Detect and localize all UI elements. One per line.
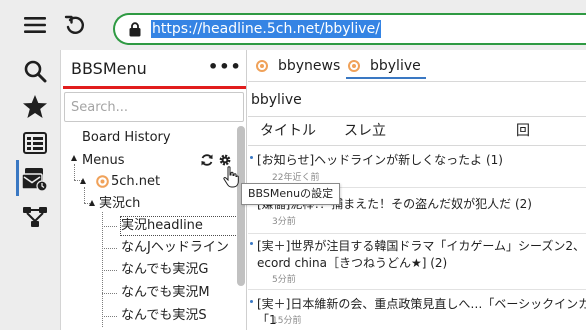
expand-arrow-icon[interactable] xyxy=(80,178,86,184)
unread-dot xyxy=(250,300,253,303)
tab-label: bbynews xyxy=(278,58,341,74)
panel-title-underline xyxy=(63,86,246,89)
rail-favorites-button[interactable] xyxy=(20,91,50,121)
hamburger-menu-button[interactable] xyxy=(22,0,48,50)
thread-row[interactable]: [実＋]世界が注目する韓国ドラマ「イカゲーム」シーズン2、 ecord chin… xyxy=(248,236,586,288)
search-input[interactable] xyxy=(64,92,244,122)
tree-item-site[interactable]: 5ch.net xyxy=(111,174,160,190)
tree-connector xyxy=(84,187,85,203)
rail-bbsmenu-button[interactable] xyxy=(20,164,50,194)
reload-icon xyxy=(64,15,84,34)
list-icon xyxy=(23,132,47,154)
active-tab-indicator xyxy=(346,77,426,79)
reload-button[interactable] xyxy=(62,0,88,50)
rail-tree-button[interactable] xyxy=(20,202,50,232)
more-options-button[interactable]: ••• xyxy=(208,59,242,75)
star-icon xyxy=(23,94,47,118)
search-icon xyxy=(24,60,47,83)
row-divider xyxy=(248,289,586,290)
browser-toolbar: https://headline.5ch.net/bbylive/ xyxy=(0,0,586,50)
site-icon xyxy=(96,175,109,188)
tree-connector xyxy=(102,293,117,294)
settings-tooltip: BBSMenuの設定 xyxy=(241,183,341,205)
gear-icon[interactable] xyxy=(218,153,232,167)
column-count-header[interactable]: 回 xyxy=(516,123,530,139)
expand-arrow-icon[interactable] xyxy=(89,200,95,206)
bbs-menu-panel: BBSMenu ••• Board History Menus 5ch.net … xyxy=(61,50,247,330)
tree-connector xyxy=(102,226,117,227)
tab-label: bbylive xyxy=(370,58,421,74)
tree-item-board[interactable]: なんでも実況G xyxy=(121,262,208,278)
tree-connector xyxy=(102,248,117,249)
unread-dot xyxy=(250,242,253,245)
thread-age: 15分前 xyxy=(272,316,302,326)
tree-item-board[interactable]: なんでも実況S xyxy=(121,308,207,324)
rail-list-button[interactable] xyxy=(20,128,50,158)
tree-connector xyxy=(102,316,117,317)
sidebar-rail xyxy=(0,50,61,330)
tree-item-board[interactable]: なんでも実況M xyxy=(121,285,210,301)
thread-row[interactable]: [実＋]日本維新の会、重点政策見直しへ…「ベーシックインカ 「1 15分前 xyxy=(248,294,586,330)
tree-item-category[interactable]: 実況ch xyxy=(99,196,140,212)
column-title-header[interactable]: タイトル xyxy=(260,123,316,139)
tree-item-board[interactable]: 実況headline xyxy=(121,218,203,234)
site-icon xyxy=(256,60,268,72)
tab-bar: bbynews bbylive xyxy=(248,50,586,82)
hand-cursor-icon xyxy=(223,166,239,188)
column-res-header[interactable]: スレ立 xyxy=(344,123,386,139)
lock-icon xyxy=(129,22,141,37)
thread-title-continued: ecord china［きつねうどん★] (2) xyxy=(257,256,448,270)
hamburger-icon xyxy=(24,17,46,33)
tree-connector xyxy=(102,270,117,271)
thread-age: 5分前 xyxy=(272,275,296,285)
thread-title: [お知らせ]ヘッドラインが新しくなったよ (1) xyxy=(257,153,503,167)
row-divider xyxy=(248,233,586,234)
address-bar[interactable]: https://headline.5ch.net/bbylive/ xyxy=(113,13,586,45)
board-title: bbylive xyxy=(251,92,302,108)
thread-row[interactable]: [お知らせ]ヘッドラインが新しくなったよ (1) 22年近く前 xyxy=(248,150,586,186)
tab-bbynews[interactable]: bbynews xyxy=(256,50,340,82)
panel-title: BBSMenu xyxy=(71,59,147,78)
expand-arrow-icon[interactable] xyxy=(71,155,77,161)
tree-item-board-history[interactable]: Board History xyxy=(82,130,171,146)
tree-connector xyxy=(74,164,75,180)
tree-icon xyxy=(23,207,47,227)
unread-dot xyxy=(250,156,253,159)
tree-scrollbar[interactable] xyxy=(237,126,245,286)
thread-age: 3分前 xyxy=(272,217,296,227)
thread-title: [実＋]世界が注目する韓国ドラマ「イカゲーム」シーズン2、 xyxy=(257,239,586,253)
tree-item-board[interactable]: なんJヘッドライン xyxy=(121,240,229,256)
thread-title: [実＋]日本維新の会、重点政策見直しへ…「ベーシックインカ xyxy=(257,297,586,311)
rail-search-button[interactable] xyxy=(20,56,50,86)
site-icon xyxy=(348,60,360,72)
refresh-icon[interactable] xyxy=(200,153,214,167)
bbs-menu-icon xyxy=(22,168,48,192)
url-text[interactable]: https://headline.5ch.net/bbylive/ xyxy=(151,20,381,38)
column-header: タイトル スレ立 回 xyxy=(248,116,586,146)
tree-item-menus[interactable]: Menus xyxy=(82,153,124,169)
rail-active-indicator xyxy=(16,160,19,196)
